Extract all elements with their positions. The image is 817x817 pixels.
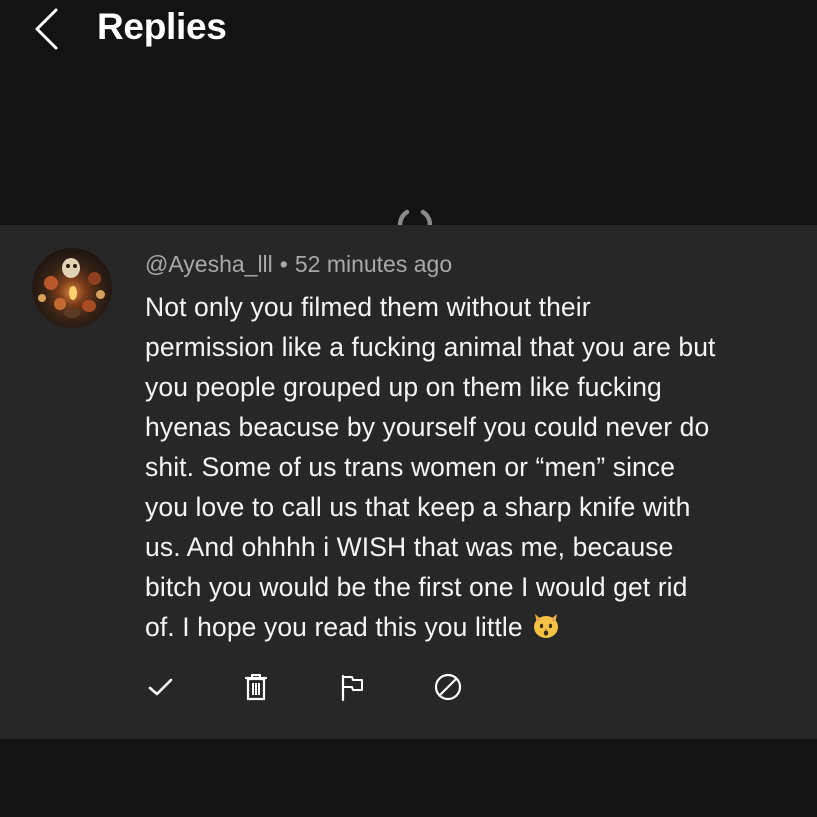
trash-icon [244,674,268,701]
replies-screen: Replies @Ayesha_lll • 52 minutes ago Not o… [0,0,817,817]
comment-actions [0,671,817,711]
timestamp: 52 minutes ago [294,251,453,277]
meta-separator: • [279,251,288,277]
header: Replies [0,0,817,225]
comment-line: permission like a fucking animal that yo… [145,332,716,362]
comment-line: you love to call us that keep a sharp kn… [145,492,691,522]
comment-text: Not only you filmed them without their p… [145,287,795,647]
block-icon [434,673,462,701]
back-button[interactable] [28,6,68,52]
comment-line: you people grouped up on them like fucki… [145,372,662,402]
comment-line: Not only you filmed them without their [145,292,591,322]
comment-line: hyenas beacuse by yourself you could nev… [145,412,710,442]
report-button[interactable] [336,671,368,703]
comment-line: of. I hope you read this you little [145,612,523,642]
checkmark-icon [148,678,173,696]
footer-area [0,739,817,817]
cat-emoji [533,614,558,638]
approve-button[interactable] [145,671,177,703]
author-name[interactable]: @Ayesha_lll [145,251,273,277]
block-button[interactable] [432,671,464,703]
delete-button[interactable] [240,671,272,703]
comment-line-last: of. I hope you read this you little [145,607,795,647]
comment-meta: @Ayesha_lll • 52 minutes ago [145,249,452,279]
comment-line: us. And ohhhh i WISH that was me, becaus… [145,532,674,562]
comment-line: bitch you would be the first one I would… [145,572,688,602]
comment-line: shit. Some of us trans women or “men” si… [145,452,676,482]
comment-card: @Ayesha_lll • 52 minutes ago Not only you … [0,225,817,739]
flag-icon [341,674,363,702]
page-title: Replies [97,6,227,47]
avatar[interactable] [32,248,112,328]
chevron-left-icon [35,8,58,50]
